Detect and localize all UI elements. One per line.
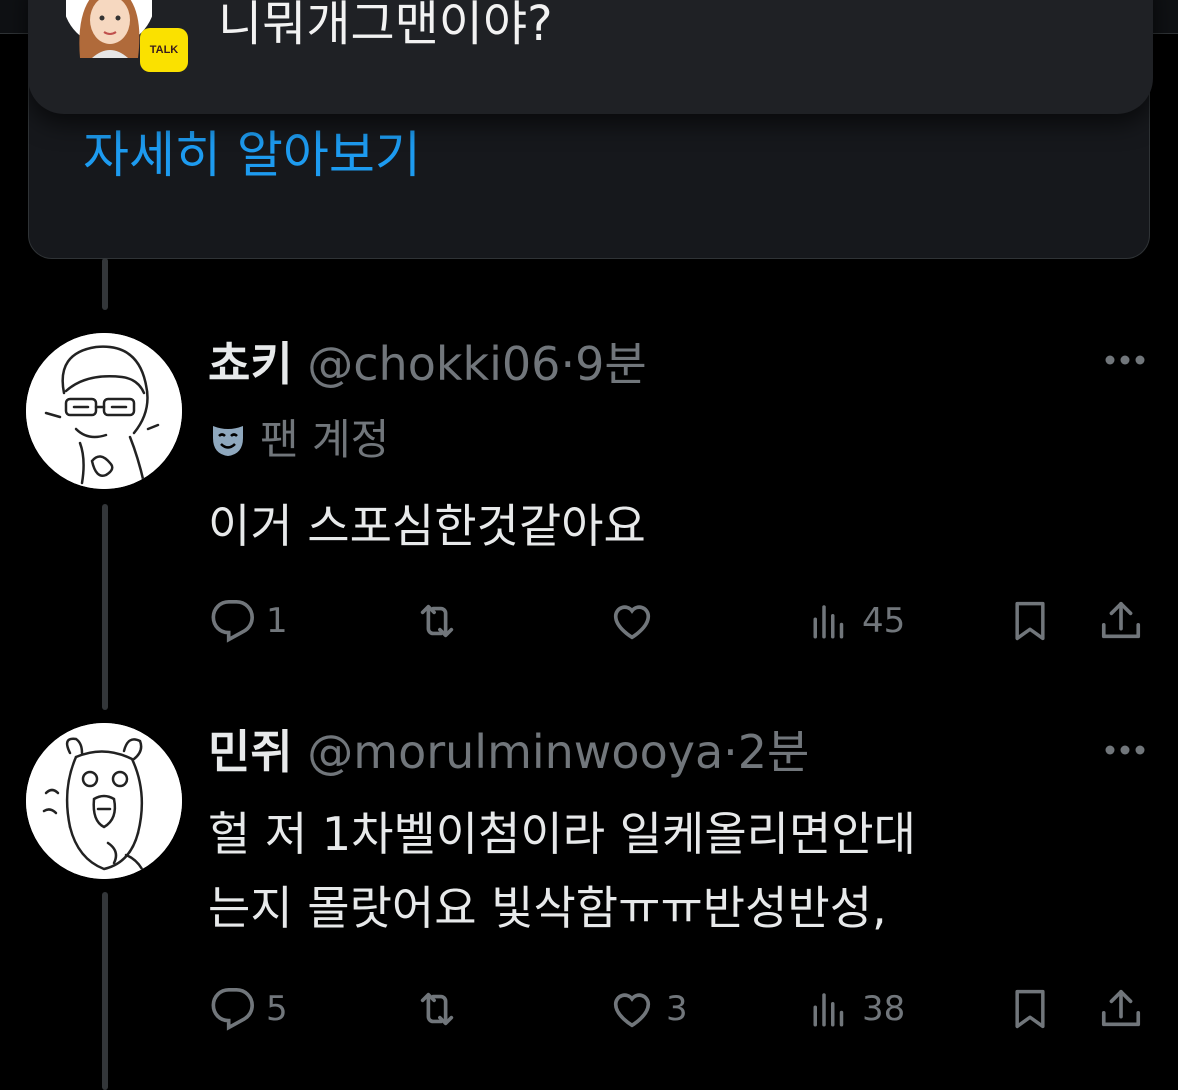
more-options-icon[interactable] <box>1103 353 1147 367</box>
tweet-header: 쵸키 @chokki06·9분 <box>208 336 647 392</box>
heart-icon <box>613 605 651 640</box>
views-button[interactable]: 38 <box>810 984 905 1034</box>
tweet-text: 이거 스포심한것같아요 <box>208 494 646 558</box>
timestamp[interactable]: 2분 <box>738 725 810 779</box>
thread-line <box>102 892 108 1090</box>
views-count: 38 <box>862 989 906 1029</box>
display-name[interactable]: 쵸키 <box>208 337 293 391</box>
display-name[interactable]: 민쥐 <box>208 725 293 779</box>
reply-icon <box>211 988 254 1031</box>
reply-button[interactable]: 5 <box>210 984 288 1034</box>
tweet-text: 헐 저 1차벨이첨이라 일케올리면안대 는지 몰랏어요 빛삭함ㅠㅠ반성반성, <box>208 802 916 940</box>
separator: · <box>560 337 576 391</box>
tweet-header: 민쥐 @morulminwooya·2분 <box>208 724 809 780</box>
kakaotalk-icon: TALK <box>140 28 188 72</box>
thread-line <box>102 504 108 710</box>
retweet-button[interactable] <box>412 984 462 1034</box>
views-icon <box>813 993 844 1027</box>
like-button[interactable] <box>608 596 656 646</box>
avatar[interactable] <box>26 723 182 879</box>
notification-banner[interactable]: TALK 니뭐개그맨이야? <box>28 0 1153 114</box>
tweet-text-line: 는지 몰랏어요 빛삭함ㅠㅠ반성반성, <box>208 881 887 935</box>
like-count: 3 <box>666 989 688 1029</box>
bookmark-icon <box>1015 601 1045 641</box>
learn-more-link[interactable]: 자세히 알아보기 <box>83 123 421 187</box>
bookmark-icon <box>1015 989 1045 1029</box>
username[interactable]: @morulminwooya <box>307 725 723 779</box>
mask-icon <box>213 426 243 456</box>
retweet-icon <box>420 604 454 638</box>
views-count: 45 <box>862 601 906 641</box>
share-icon <box>1101 601 1141 639</box>
timestamp[interactable]: 9분 <box>575 337 647 391</box>
username[interactable]: @chokki06 <box>307 337 560 391</box>
reply-count: 1 <box>266 601 288 641</box>
reply-count: 5 <box>266 989 288 1029</box>
fan-account-label: 팬 계정 <box>260 415 390 464</box>
thread-line <box>102 258 108 310</box>
heart-icon <box>613 993 651 1028</box>
views-icon <box>813 605 844 639</box>
more-options-icon[interactable] <box>1103 743 1147 757</box>
share-icon <box>1101 989 1141 1027</box>
separator: · <box>723 725 738 779</box>
retweet-button[interactable] <box>412 596 462 646</box>
reply-button[interactable]: 1 <box>210 596 288 646</box>
notification-message: 니뭐개그맨이야? <box>218 0 553 52</box>
reply-icon <box>211 600 254 643</box>
bookmark-button[interactable] <box>1008 984 1052 1034</box>
views-button[interactable]: 45 <box>810 596 905 646</box>
retweet-icon <box>420 992 454 1026</box>
tweet-text-line: 헐 저 1차벨이첨이라 일케올리면안대 <box>208 807 916 861</box>
tweet-text-line: 이거 스포심한것같아요 <box>208 499 646 553</box>
bookmark-button[interactable] <box>1008 596 1052 646</box>
share-button[interactable] <box>1098 984 1144 1034</box>
like-button[interactable]: 3 <box>608 984 688 1034</box>
avatar[interactable] <box>26 333 182 489</box>
fan-account-badge: 팬 계정 <box>210 414 389 466</box>
share-button[interactable] <box>1098 596 1144 646</box>
